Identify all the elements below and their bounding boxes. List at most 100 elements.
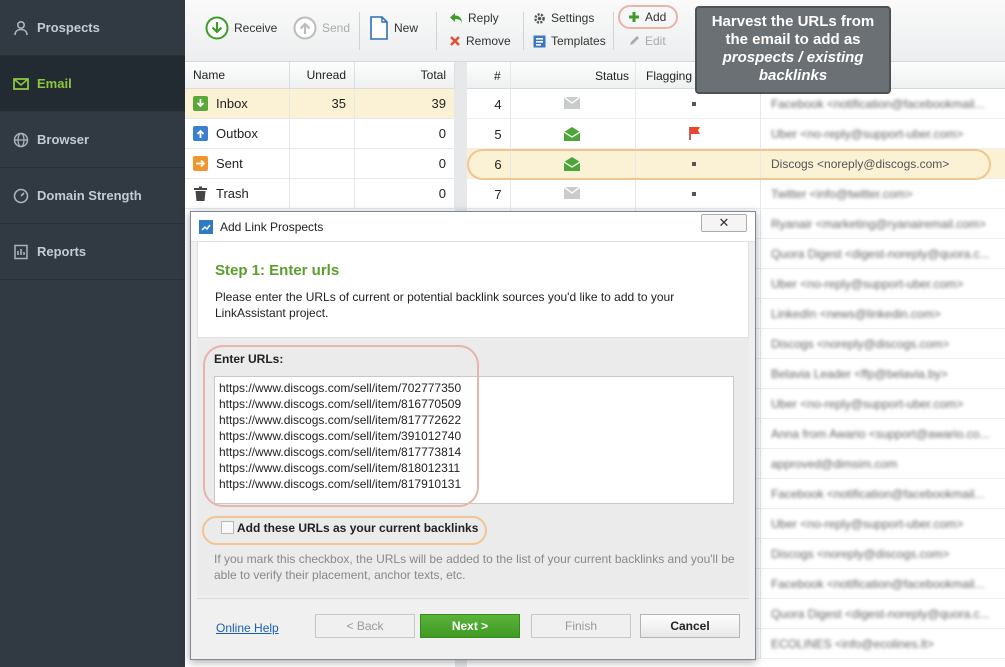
folder-row-outbox[interactable]: Outbox 0 [185,119,455,149]
flag-dot-icon[interactable] [690,187,698,201]
app-icon [199,219,213,234]
folder-row-sent[interactable]: Sent 0 [185,149,455,179]
urls-textarea[interactable]: https://www.discogs.com/sell/item/702777… [214,376,734,504]
mail-sender: Discogs <noreply@discogs.com> [771,157,950,171]
remove-x-icon [449,35,461,47]
mail-sender: Facebook <notification@facebookmail... [771,487,985,501]
new-button[interactable]: New [369,16,418,40]
online-help-link[interactable]: Online Help [216,621,279,635]
folder-row-trash[interactable]: Trash 0 [185,179,455,209]
globe-icon [12,131,30,149]
folder-unread [290,179,355,208]
mail-sender: Discogs <noreply@discogs.com> [771,547,950,561]
mail-row[interactable]: 5 Uber <no-reply@support-uber.com> [467,119,1005,149]
url-line: https://www.discogs.com/sell/item/817772… [219,413,462,427]
envelope-open-icon[interactable] [563,157,581,174]
back-button[interactable]: < Back [315,614,415,638]
folder-table-header: Name Unread Total [185,62,455,89]
url-line: https://www.discogs.com/sell/item/817910… [219,477,462,491]
checkbox-note: If you mark this checkbox, the URLs will… [214,552,735,582]
mail-sender: Quora Digest <digest-noreply@quora.c... [771,607,990,621]
sidebar-item-browser[interactable]: Browser [0,112,185,168]
mail-sender: Anna from Awario <support@awario.co... [771,427,990,441]
report-icon [12,243,30,261]
folder-total: 0 [355,149,455,178]
remove-label: Remove [466,34,511,48]
gauge-icon [12,187,30,205]
send-button[interactable]: Send [293,16,350,40]
add-button[interactable]: Add [628,10,666,24]
envelope-icon[interactable] [563,96,581,112]
column-name[interactable]: Name [185,62,290,88]
upload-arrow-icon [293,16,317,40]
mail-sender: LinkedIn <news@linkedin.com> [771,307,941,321]
receive-button[interactable]: Receive [205,16,277,40]
mail-sender: Facebook <notification@facebookmail... [771,97,985,111]
mail-number: 6 [494,157,502,172]
send-label: Send [322,21,351,35]
folder-name: Trash [216,186,249,201]
column-total[interactable]: Total [355,62,455,88]
trash-icon [193,186,208,201]
envelope-icon[interactable] [563,186,581,202]
envelope-icon [12,75,30,93]
sidebar-item-email[interactable]: Email [0,56,185,112]
step-title: Step 1: Enter urls [215,262,340,279]
column-number[interactable]: # [494,69,501,83]
current-backlinks-checkbox[interactable] [221,521,234,534]
envelope-open-icon[interactable] [563,127,581,144]
url-line: https://www.discogs.com/sell/item/816770… [219,397,462,411]
next-button[interactable]: Next > [420,614,520,638]
add-link-prospects-dialog: Add Link Prospects ✕ Step 1: Enter urls … [190,211,756,660]
plus-icon [628,11,640,23]
folder-row-inbox[interactable]: Inbox 35 39 [185,89,455,119]
settings-label: Settings [551,11,595,25]
reply-arrow-icon [449,12,463,24]
close-button[interactable]: ✕ [701,214,747,232]
flag-dot-icon[interactable] [690,157,698,171]
callout-line: prospects / existing [722,49,864,66]
flag-dot-icon[interactable] [690,97,698,111]
mail-row[interactable]: 6 Discogs <noreply@discogs.com> [467,149,1005,179]
finish-button[interactable]: Finish [531,614,631,638]
folder-unread: 35 [290,89,355,118]
outbox-icon [193,126,208,141]
sidebar-item-label: Domain Strength [37,188,142,203]
templates-label: Templates [551,34,606,48]
edit-button[interactable]: Edit [628,34,666,48]
sidebar-item-prospects[interactable]: Prospects [0,0,185,56]
mail-number: 7 [494,187,502,202]
mail-sender: Twitter <info@twitter.com> [771,187,913,201]
pencil-icon [628,35,640,47]
reply-button[interactable]: Reply [449,11,499,25]
mail-sender: ECOLINES <info@ecolines.lt> [771,637,934,651]
folder-name: Inbox [216,96,248,111]
sidebar-item-label: Reports [37,244,87,259]
download-arrow-icon [205,16,229,40]
sidebar-item-label: Browser [37,132,90,147]
sidebar-item-reports[interactable]: Reports [0,224,185,280]
edit-label: Edit [645,34,666,48]
column-unread[interactable]: Unread [290,62,355,88]
templates-button[interactable]: Templates [533,34,606,48]
new-document-icon [369,16,389,40]
column-flagging[interactable]: Flagging [646,69,692,83]
url-line: https://www.discogs.com/sell/item/818012… [219,461,461,475]
mail-sender: Uber <no-reply@support-uber.com> [771,277,964,291]
mail-row[interactable]: 7 Twitter <info@twitter.com> [467,179,1005,209]
sidebar: Prospects Email Browser Domain Strength … [0,0,185,667]
mail-sender: Discogs <noreply@discogs.com> [771,337,950,351]
remove-button[interactable]: Remove [449,34,511,48]
settings-button[interactable]: Settings [533,11,594,25]
step-header: Step 1: Enter urls Please enter the URLs… [197,242,749,338]
flag-icon[interactable] [688,126,702,143]
sidebar-item-domain-strength[interactable]: Domain Strength [0,168,185,224]
dialog-body: Enter URLs: https://www.discogs.com/sell… [197,338,749,596]
checkbox-label[interactable]: Add these URLs as your current backlinks [237,521,478,535]
url-line: https://www.discogs.com/sell/item/391012… [219,429,462,443]
folder-name: Outbox [216,126,258,141]
gear-icon [533,12,546,25]
column-status[interactable]: Status [595,69,629,83]
cancel-button[interactable]: Cancel [640,614,740,638]
sent-icon [193,156,208,171]
